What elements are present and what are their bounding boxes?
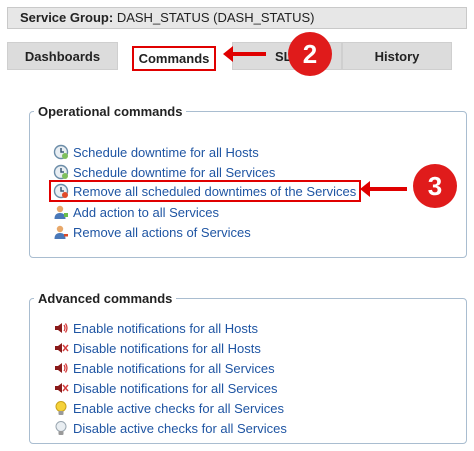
callout-arrow-2 xyxy=(223,46,266,62)
disable-notifications-hosts-label: Disable notifications for all Hosts xyxy=(73,340,261,356)
remove-actions-services-label: Remove all actions of Services xyxy=(73,224,251,240)
speaker-on-icon xyxy=(53,320,69,336)
tab-dashboards[interactable]: Dashboards xyxy=(7,42,118,70)
add-action-services-label: Add action to all Services xyxy=(73,204,219,220)
enable-notifications-hosts-link[interactable]: Enable notifications for all Hosts xyxy=(53,319,258,337)
user-remove-icon xyxy=(53,224,69,240)
remove-actions-services-link[interactable]: Remove all actions of Services xyxy=(53,223,251,241)
callout-badge-2: 2 xyxy=(288,32,332,76)
schedule-downtime-services-label: Schedule downtime for all Services xyxy=(73,164,276,180)
clock-icon xyxy=(53,144,69,160)
clock-icon xyxy=(53,164,69,180)
remove-scheduled-downtimes-link[interactable]: Remove all scheduled downtimes of the Se… xyxy=(49,180,362,202)
disable-active-checks-link[interactable]: Disable active checks for all Services xyxy=(53,419,287,437)
callout-arrow-3 xyxy=(360,181,407,197)
tab-commands[interactable]: Commands xyxy=(128,46,220,71)
schedule-downtime-services-link[interactable]: Schedule downtime for all Services xyxy=(53,163,275,181)
tab-history-label: History xyxy=(374,48,420,64)
service-group-value: DASH_STATUS (DASH_STATUS) xyxy=(116,10,315,25)
bulb-on-icon xyxy=(53,400,69,416)
service-group-header: Service Group: DASH_STATUS (DASH_STATUS) xyxy=(7,7,467,29)
enable-active-checks-link[interactable]: Enable active checks for all Services xyxy=(53,399,284,417)
speaker-off-icon xyxy=(53,380,69,396)
schedule-downtime-hosts-link[interactable]: Schedule downtime for all Hosts xyxy=(53,143,259,161)
disable-notifications-hosts-link[interactable]: Disable notifications for all Hosts xyxy=(53,339,261,357)
tab-history[interactable]: History xyxy=(342,42,452,70)
disable-active-checks-label: Disable active checks for all Services xyxy=(73,420,287,436)
disable-notifications-services-label: Disable notifications for all Services xyxy=(73,380,278,396)
service-group-label: Service Group: xyxy=(20,10,114,25)
enable-notifications-hosts-label: Enable notifications for all Hosts xyxy=(73,320,258,336)
enable-notifications-services-link[interactable]: Enable notifications for all Services xyxy=(53,359,275,377)
enable-active-checks-label: Enable active checks for all Services xyxy=(73,400,284,416)
tab-commands-label: Commands xyxy=(131,46,217,71)
speaker-off-icon xyxy=(53,340,69,356)
advanced-commands-legend: Advanced commands xyxy=(38,291,173,306)
user-add-icon xyxy=(53,204,69,220)
operational-commands-legend: Operational commands xyxy=(38,104,183,119)
speaker-on-icon xyxy=(53,360,69,376)
tab-dashboards-label: Dashboards xyxy=(24,48,101,64)
bulb-off-icon xyxy=(53,420,69,436)
remove-scheduled-downtimes-label: Remove all scheduled downtimes of the Se… xyxy=(73,183,357,199)
schedule-downtime-hosts-label: Schedule downtime for all Hosts xyxy=(73,144,259,160)
disable-notifications-services-link[interactable]: Disable notifications for all Services xyxy=(53,379,277,397)
clock-remove-icon xyxy=(53,183,69,199)
callout-badge-3: 3 xyxy=(413,164,457,208)
add-action-services-link[interactable]: Add action to all Services xyxy=(53,203,219,221)
enable-notifications-services-label: Enable notifications for all Services xyxy=(73,360,275,376)
